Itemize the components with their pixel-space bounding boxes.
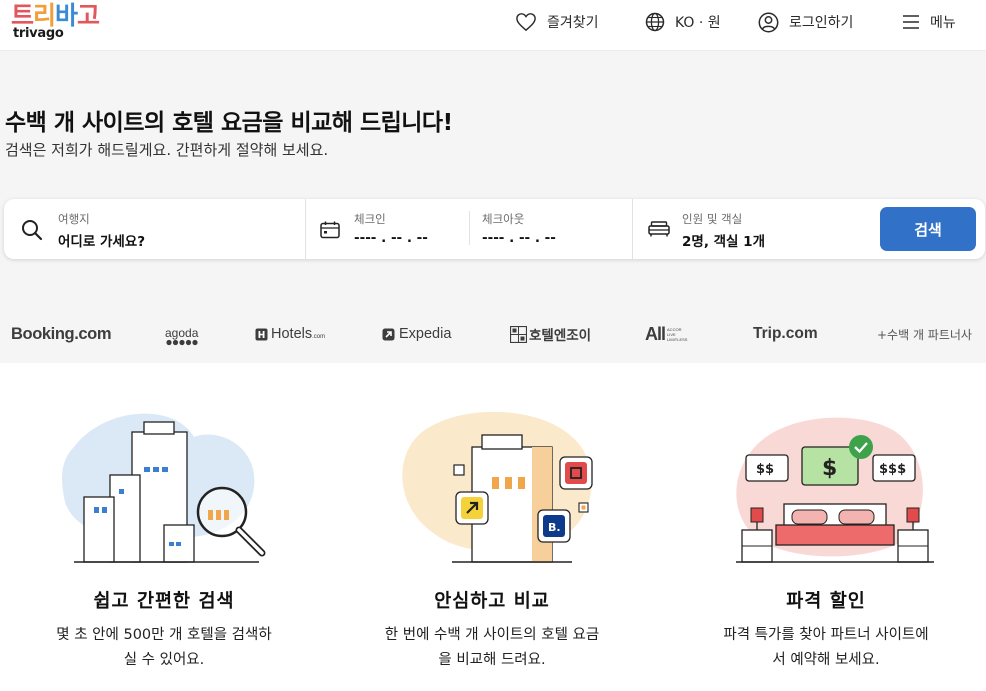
checkout-field[interactable]: 체크아웃 ---- . -- . -- (469, 211, 632, 246)
search-icon (22, 220, 43, 241)
language-label: KO · 원 (675, 15, 721, 31)
favorites-link[interactable]: 즐겨찾기 (515, 0, 599, 44)
expedia-arrow-icon (382, 328, 395, 340)
feature-2-description: 한 번에 수백 개 사이트의 호텔 요금 을 비교해 드려요. (384, 627, 600, 668)
feature-1-title: 쉽고 간편한 검색 (93, 591, 235, 612)
feature-great-deals: $$ $ $$$ 파격 할인 파격 특가를 찾아 파트너 사이트에 서 예약해 보… (676, 407, 976, 668)
feature-1-description: 몇 초 안에 500만 개 호텔을 검색하 실 수 있어요. (56, 627, 272, 668)
language-currency-selector[interactable]: KO · 원 (645, 0, 721, 44)
login-link[interactable]: 로그인하기 (758, 0, 853, 44)
feature-3-description: 파격 특가를 찾아 파트너 사이트에 서 예약해 보세요. (723, 627, 929, 668)
booking-logo: Booking.com (11, 324, 112, 343)
top-header: 트리바고 trivago 즐겨찾기 KO · 원 로그인하기 메뉴 (0, 0, 986, 51)
accor-text: All (645, 323, 666, 344)
hotels-text: Hotels (271, 326, 313, 342)
heart-icon (516, 13, 536, 32)
menu-label: 메뉴 (930, 15, 956, 31)
destination-field[interactable]: 여행지 어디로 가세요? (4, 199, 306, 259)
hotels-suffix: .com (312, 334, 326, 340)
bed-icon (648, 221, 670, 237)
feature-2-title: 안심하고 비교 (434, 591, 550, 612)
trivago-logo[interactable]: 트리바고 trivago (11, 2, 121, 46)
trip-com-logo: Trip.com (753, 325, 818, 342)
guests-label: 인원 및 객실 (682, 212, 743, 226)
menu-button[interactable]: 메뉴 (902, 0, 956, 44)
login-label: 로그인하기 (789, 15, 854, 31)
hero-title: 수백 개 사이트의 호텔 요금을 비교해 드립니다! (5, 110, 453, 136)
hotel-partners-illustration: B. (402, 411, 593, 563)
destination-input[interactable]: 어디로 가세요? (58, 230, 145, 250)
feature-compare: B. 안심하고 비교 한 번에 수백 개 사이트의 호텔 요금 을 비교해 드려요… (342, 407, 642, 668)
hotels-com-logo: Hotels .com (255, 317, 325, 351)
agoda-dots-icon (166, 339, 198, 345)
checkout-value: ---- . -- . -- (482, 230, 556, 246)
hotel-n-joy-mark-icon (510, 325, 527, 343)
destination-label: 여행지 (58, 212, 90, 226)
hero-subtitle: 검색은 저희가 해드릴게요. 간편하게 절약해 보세요. (5, 141, 329, 159)
accor-tagline: ACCOR LIVE LIMITLESS (667, 326, 688, 342)
agoda-text: agoda (165, 325, 199, 340)
agoda-logo: agoda (165, 319, 198, 353)
accor-logo: All ACCOR LIVE LIMITLESS (645, 317, 687, 351)
partner-badge-text: B. (548, 521, 561, 534)
hotel-n-joy-text: 호텔엔조이 (529, 328, 592, 344)
checkin-label: 체크인 (354, 212, 386, 226)
guests-value: 2명, 객실 1개 (682, 234, 765, 250)
user-icon (758, 12, 779, 32)
bedroom-deals-illustration: $$ $ $$$ (736, 417, 934, 563)
expedia-text: Expedia (399, 326, 452, 342)
price-tag-three: $$$ (879, 462, 906, 477)
search-button[interactable]: 검색 (880, 207, 976, 251)
checkout-label: 체크아웃 (482, 212, 525, 226)
price-tag-one: $ (822, 456, 837, 481)
hotels-h-icon (255, 328, 268, 340)
expedia-logo: Expedia (382, 317, 451, 351)
checkin-value: ---- . -- . -- (354, 230, 428, 246)
partner-logos-row: Booking.com agoda Hotels .com Expedia 호텔엔… (0, 317, 986, 351)
more-partners-text: +수백 개 파트너사 (877, 327, 972, 342)
hero-section: 수백 개 사이트의 호텔 요금을 비교해 드립니다! 검색은 저희가 해드릴게요… (0, 51, 986, 363)
feature-3-title: 파격 할인 (786, 591, 866, 612)
checkin-field[interactable]: 체크인 ---- . -- . -- (306, 199, 469, 259)
globe-icon (645, 12, 665, 32)
feature-easy-search: 쉽고 간편한 검색 몇 초 안에 500만 개 호텔을 검색하 실 수 있어요. (14, 407, 314, 668)
favorites-label: 즐겨찾기 (547, 15, 599, 31)
search-bar: 여행지 어디로 가세요? 체크인 ---- . -- . -- 체크아웃 ---… (4, 199, 985, 259)
city-magnifier-illustration (62, 413, 266, 563)
hotel-n-joy-logo: 호텔엔조이 (510, 317, 591, 351)
hamburger-icon (903, 15, 919, 29)
calendar-icon (320, 221, 340, 239)
guests-rooms-field[interactable]: 인원 및 객실 2명, 객실 1개 (632, 199, 877, 259)
price-tag-two: $$ (756, 462, 774, 477)
